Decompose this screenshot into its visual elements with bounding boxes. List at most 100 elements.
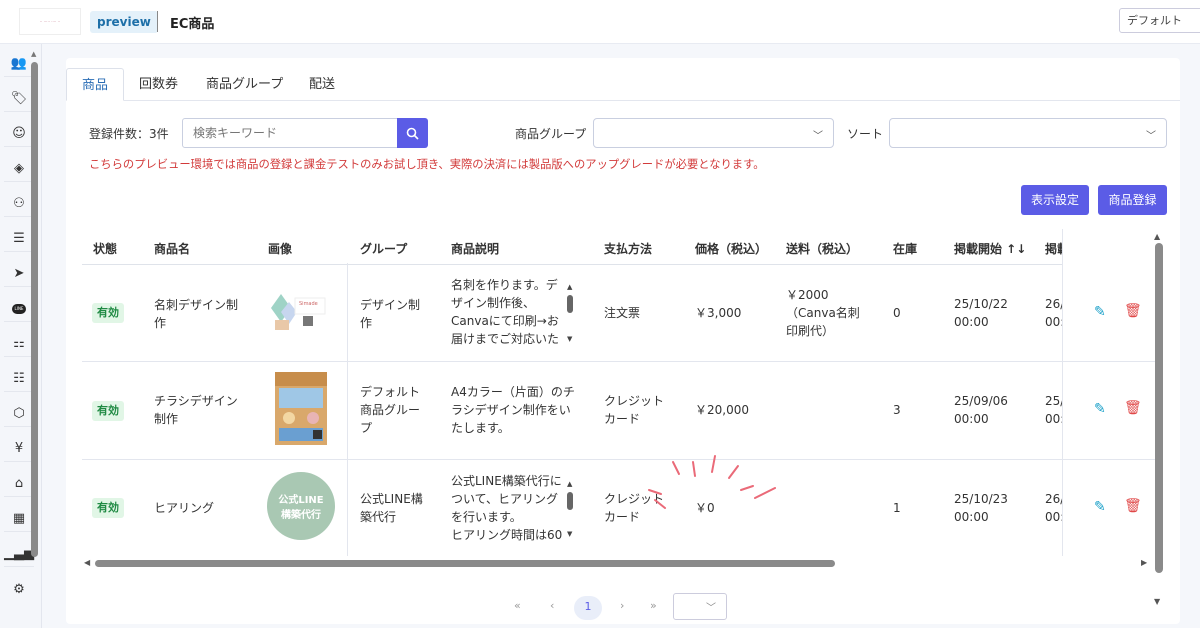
preview-notice: こちらのプレビュー環境では商品の登録と課金テストのみお試し頂き、実際の決済には製… (89, 158, 765, 171)
payment-method: カード (604, 412, 641, 426)
language-value: デフォルト (1127, 14, 1182, 27)
tab-tickets[interactable]: 回数券 (139, 68, 178, 101)
group-name: デザイン制 (360, 298, 421, 312)
description-line: ザイン制作後、 (451, 296, 536, 310)
scroll-left-icon[interactable]: ◀ (84, 558, 90, 567)
chevron-down-icon: ﹀ (1146, 131, 1156, 142)
start-date: 25/10/23 (954, 492, 1008, 506)
gear-icon[interactable]: ⚙ (4, 576, 34, 602)
yen-icon[interactable]: ¥ (4, 436, 34, 462)
user-settings-icon[interactable]: ⚇ (4, 191, 34, 217)
scroll-down-icon[interactable]: ▼ (567, 335, 572, 343)
prev-page-icon[interactable]: ‹ (550, 599, 554, 612)
search-icon (406, 127, 419, 140)
edit-icon[interactable]: ✎ (1094, 401, 1106, 417)
shipping-fee: 印刷代） (786, 324, 835, 338)
col-start-date[interactable]: 掲載開始 ↑↓ (954, 240, 1026, 257)
start-time: 00:00 (954, 412, 989, 426)
price: ￥20,000 (695, 403, 749, 417)
tab-bar: 商品 回数券 商品グループ 配送 (66, 68, 1180, 101)
end-time: 00: (1045, 315, 1062, 329)
description-line: A4カラー（片面）のチ (451, 385, 575, 399)
description-scrollbar[interactable] (567, 492, 573, 510)
current-page[interactable]: 1 (574, 596, 602, 620)
price: ￥3,000 (695, 306, 742, 320)
tag-icon[interactable]: 🏷 (4, 86, 34, 112)
product-name: 制作 (154, 412, 179, 426)
scroll-down-icon[interactable]: ▼ (1154, 597, 1160, 606)
last-page-icon[interactable]: » (650, 599, 657, 612)
search-button[interactable] (397, 118, 428, 148)
group-select[interactable]: ﹀ (593, 118, 834, 148)
tab-shipping[interactable]: 配送 (309, 68, 335, 101)
group-name: プ (360, 421, 373, 435)
shipping-fee: ￥2000 (786, 288, 829, 302)
description-scrollbar[interactable] (567, 295, 573, 313)
edit-icon[interactable]: ✎ (1094, 499, 1106, 515)
brand-logo[interactable]: ·· ····· ···· ·· (19, 8, 81, 35)
search-input[interactable] (182, 118, 398, 148)
scroll-down-icon[interactable]: ▼ (567, 530, 572, 538)
preview-badge: preview (90, 11, 158, 33)
description-line: を行います。 (451, 510, 522, 524)
end-time: 00: (1045, 510, 1062, 524)
thumbnail-text: 公式LINE (278, 495, 324, 506)
next-page-icon[interactable]: › (620, 599, 624, 612)
product-thumbnail[interactable]: 公式LINE 構築代行 (267, 472, 335, 540)
first-page-icon[interactable]: « (514, 599, 521, 612)
calendar-icon[interactable]: ▦ (4, 506, 34, 532)
scroll-right-icon[interactable]: ▶ (1141, 558, 1147, 567)
form-icon[interactable]: ☰ (4, 226, 34, 252)
delete-icon[interactable]: 🗑 (1124, 303, 1142, 319)
end-time: 00: (1045, 412, 1062, 426)
group-name: 公式LINE構 (360, 492, 423, 506)
payment-method: クレジット (604, 394, 665, 408)
ticket-icon[interactable]: ◈ (4, 156, 34, 182)
description-line: Canvaにて印刷→お (451, 314, 559, 328)
shipping-fee: （Canva名刺 (786, 306, 860, 320)
col-image: 画像 (268, 242, 293, 256)
start-date: 25/09/06 (954, 394, 1008, 408)
register-product-button[interactable]: 商品登録 (1098, 185, 1167, 215)
scroll-up-icon[interactable]: ▲ (1154, 232, 1160, 241)
language-select[interactable]: デフォルト (1119, 8, 1200, 33)
tab-products[interactable]: 商品 (66, 68, 125, 101)
product-thumbnail[interactable]: Simade (267, 290, 333, 334)
col-end-date: 掲載 (1045, 242, 1062, 256)
group-label: 商品グループ (515, 127, 587, 141)
edit-icon[interactable]: ✎ (1094, 304, 1106, 320)
product-thumbnail[interactable] (275, 372, 327, 445)
col-name: 商品名 (154, 242, 191, 256)
sidebar-scrollbar[interactable] (31, 62, 38, 557)
delete-icon[interactable]: 🗑 (1124, 498, 1142, 514)
box-icon[interactable]: ⬡ (4, 401, 34, 427)
scroll-up-icon[interactable]: ▲ (567, 283, 572, 291)
horizontal-scrollbar[interactable] (95, 560, 835, 567)
end-date: 26/ (1045, 492, 1062, 506)
store-icon[interactable]: ⌂ (4, 471, 34, 497)
users-icon[interactable]: 👥 (4, 51, 34, 77)
chart-icon[interactable]: ▁▃▅ (4, 541, 34, 567)
page-size-select[interactable]: ﹀ (673, 593, 727, 620)
col-description: 商品説明 (451, 242, 500, 256)
description-line: 公式LINE構築代行に (451, 474, 562, 488)
display-settings-button[interactable]: 表示設定 (1021, 185, 1089, 215)
click-highlight-burst (648, 455, 776, 509)
table-row[interactable]: 有効 名刺デザイン制作 Simade デザイン制作 名刺を作ります。デ ザイン制作… (82, 265, 1162, 362)
line-icon[interactable]: LINE (4, 296, 34, 322)
table-row[interactable]: 有効 ヒアリング 公式LINE 構築代行 公式LINE構 築代行 公式LINE構築… (82, 460, 1162, 556)
sort-select[interactable]: ﹀ (889, 118, 1167, 148)
smile-icon[interactable]: ☺ (4, 121, 34, 147)
scroll-up-icon[interactable]: ▲ (567, 480, 572, 488)
description-line: ヒアリング時間は60 (451, 528, 563, 542)
table-row[interactable]: 有効 チラシデザイン 制作 デフォルト 商品グループ A4カラー（片面）のチ ラシデザ… (82, 362, 1162, 460)
send-icon[interactable]: ➤ (4, 261, 34, 287)
group-name: 作 (360, 316, 373, 330)
hierarchy-icon[interactable]: ⚏ (4, 331, 34, 357)
vertical-scrollbar[interactable] (1155, 243, 1163, 573)
delete-icon[interactable]: 🗑 (1124, 400, 1142, 416)
group-name: デフォルト (360, 385, 421, 399)
list-icon[interactable]: ☷ (4, 366, 34, 392)
end-date: 25/ (1045, 394, 1062, 408)
tab-product-groups[interactable]: 商品グループ (206, 68, 283, 101)
